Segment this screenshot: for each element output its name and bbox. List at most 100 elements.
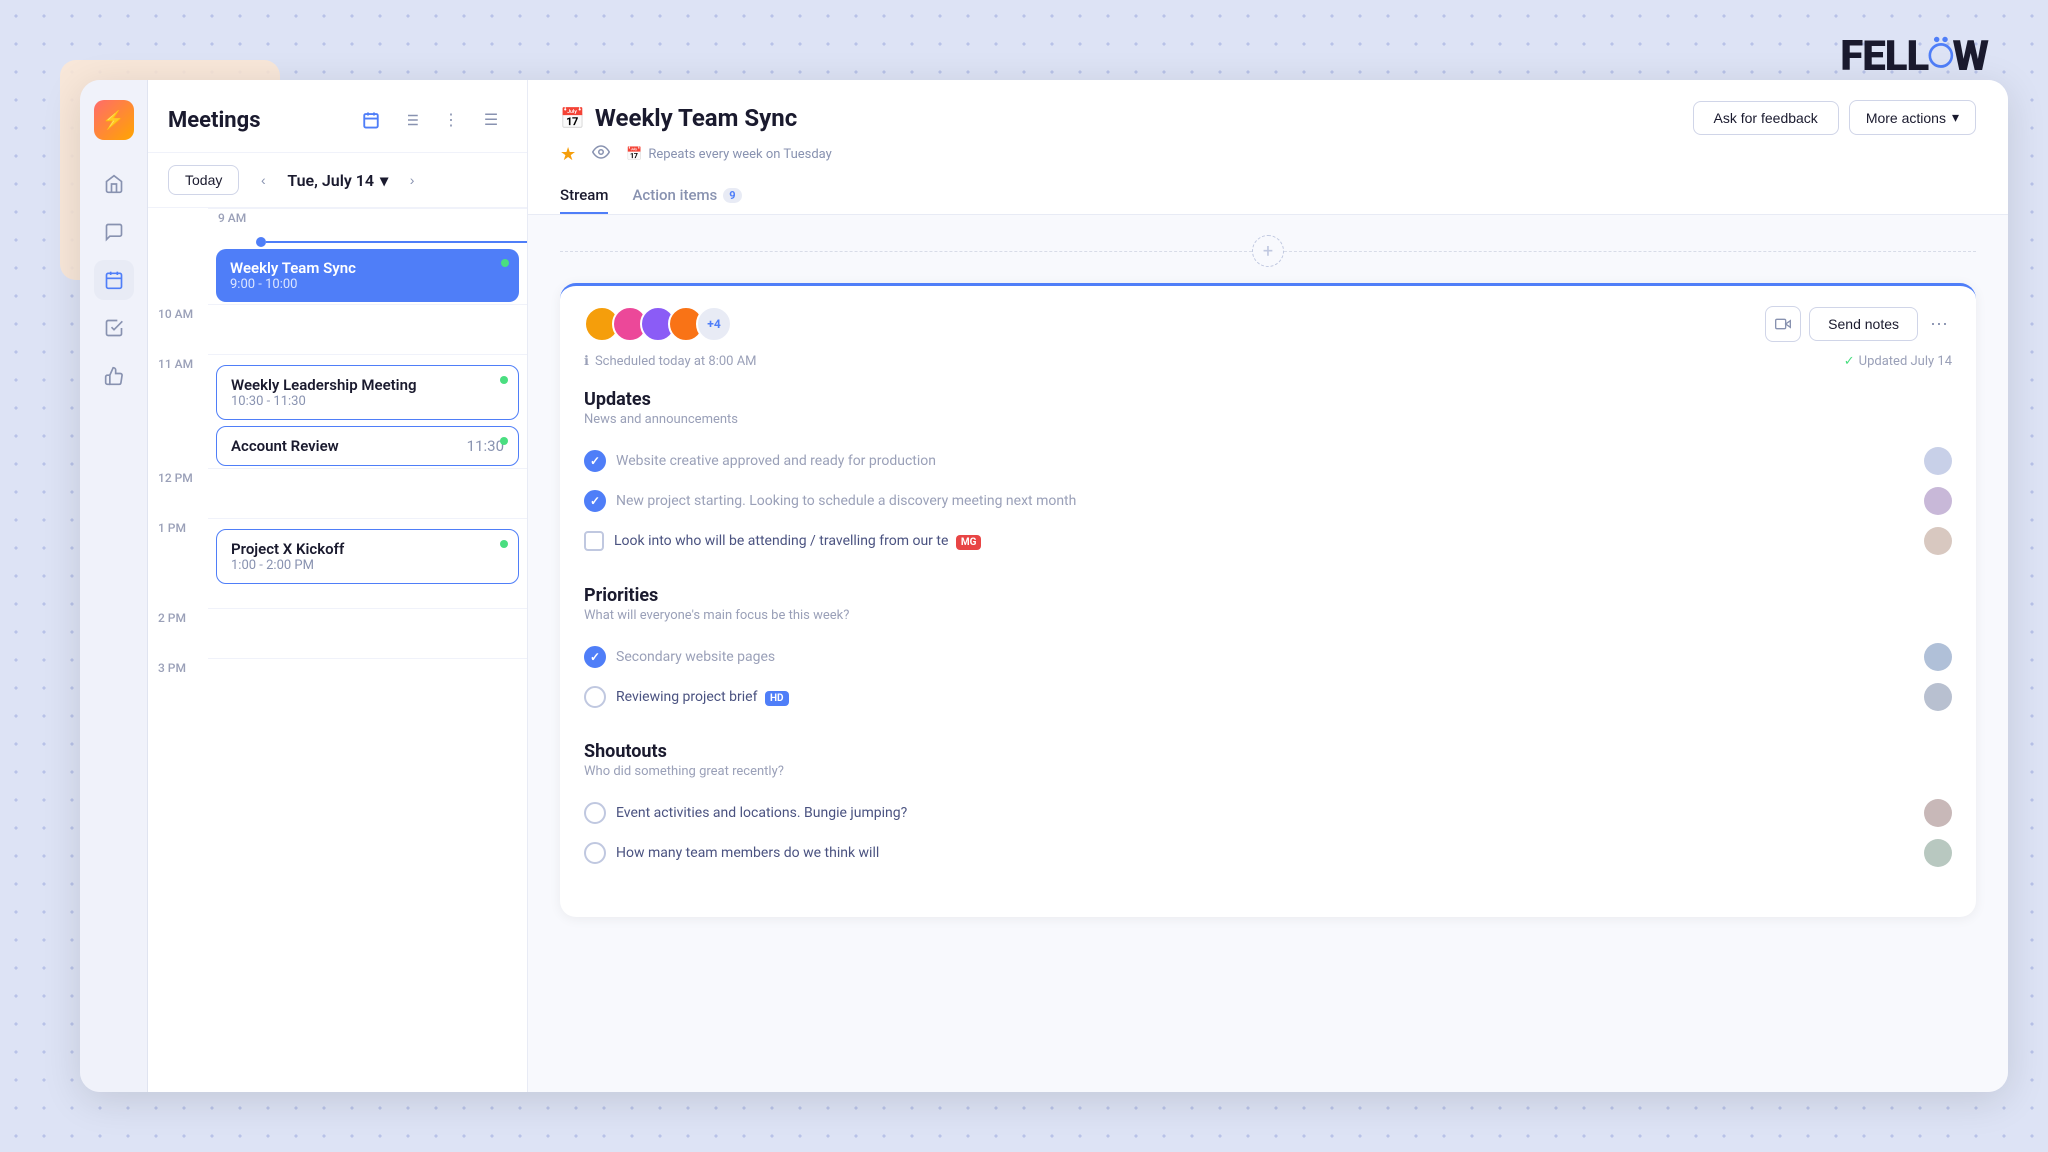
priorities-subtitle: What will everyone's main focus be this … <box>584 608 1952 623</box>
session-actions: Send notes ⋯ <box>1765 306 1952 342</box>
event-dot <box>501 259 509 267</box>
item-left: How many team members do we think will <box>584 842 1912 864</box>
main-content: 📅 Weekly Team Sync Ask for feedback More… <box>528 80 2008 1092</box>
app-container: ⚡ Meetings ⋮ <box>80 80 2008 1092</box>
current-date[interactable]: Tue, July 14 ▾ <box>287 171 388 190</box>
menu-btn[interactable]: ☰ <box>475 104 507 136</box>
more-options-btn[interactable]: ⋮ <box>435 104 467 136</box>
meeting-meta: ★ 📅 Repeats every week on Tuesday <box>560 143 1976 166</box>
eye-icon[interactable] <box>592 143 610 166</box>
mg-badge: MG <box>956 535 982 550</box>
event-time: 1:00 - 2:00 PM <box>231 558 504 573</box>
check-circle-checked[interactable] <box>584 450 606 472</box>
dropdown-arrow-icon: ▾ <box>1952 109 1959 126</box>
event-time: 10:30 - 11:30 <box>231 394 504 409</box>
add-section-btn[interactable]: + <box>1252 235 1284 267</box>
sidebar-item-feedback[interactable] <box>94 356 134 396</box>
video-button[interactable] <box>1765 306 1801 342</box>
dashed-line-left <box>560 251 1252 252</box>
avatar-count: +4 <box>696 306 732 342</box>
time-label-11am: 11 AM <box>158 357 193 371</box>
date-nav: Today ‹ Tue, July 14 ▾ › <box>148 153 527 208</box>
calendar-view-btn[interactable] <box>355 104 387 136</box>
app-icon: ⚡ <box>94 100 134 140</box>
shoutouts-subtitle: Who did something great recently? <box>584 764 1952 779</box>
item-avatar <box>1924 527 1952 555</box>
shoutouts-title: Shoutouts <box>584 741 1952 762</box>
event-area-3pm <box>208 667 527 671</box>
next-date-btn[interactable]: › <box>398 166 426 194</box>
send-notes-button[interactable]: Send notes <box>1809 307 1918 341</box>
event-area-10am <box>208 313 527 317</box>
dashed-line-right <box>1284 251 1976 252</box>
prev-date-btn[interactable]: ‹ <box>249 166 277 194</box>
session-card-header: +4 Send notes ⋯ <box>584 306 1952 342</box>
session-meta: ℹ Scheduled today at 8:00 AM ✓ Updated J… <box>584 354 1952 369</box>
event-dot <box>500 540 508 548</box>
tab-action-items[interactable]: Action items 9 <box>632 178 741 214</box>
today-button[interactable]: Today <box>168 165 239 195</box>
action-items-badge: 9 <box>723 188 741 203</box>
ask-feedback-button[interactable]: Ask for feedback <box>1693 101 1839 135</box>
time-label-10am: 10 AM <box>158 307 193 321</box>
item-left: Look into who will be attending / travel… <box>584 531 1912 551</box>
time-grid: 9 AM Weekly Team Sync 9:00 - 10:00 <box>148 208 527 708</box>
item-avatar <box>1924 643 1952 671</box>
event-weekly-leadership[interactable]: Weekly Leadership Meeting 10:30 - 11:30 <box>216 365 519 420</box>
event-account-review[interactable]: Account Review 11:30 <box>216 426 519 466</box>
date-dropdown-icon: ▾ <box>380 171 388 190</box>
sidebar: ⚡ <box>80 80 148 1092</box>
priorities-title: Priorities <box>584 585 1952 606</box>
event-title: Account Review 11:30 <box>231 437 504 455</box>
item-left: Event activities and locations. Bungie j… <box>584 802 1912 824</box>
check-square[interactable] <box>584 531 604 551</box>
session-more-btn[interactable]: ⋯ <box>1926 310 1952 339</box>
event-area-2pm <box>208 617 527 621</box>
session-card: +4 Send notes ⋯ ℹ Scheduled today at 8:0… <box>560 283 1976 917</box>
shoutouts-item-2: How many team members do we think will <box>584 833 1952 873</box>
updates-item-1: Website creative approved and ready for … <box>584 441 1952 481</box>
item-text: New project starting. Looking to schedul… <box>616 493 1912 509</box>
sidebar-item-tasks[interactable] <box>94 308 134 348</box>
meetings-header-icons: ⋮ ☰ <box>355 104 507 136</box>
check-circle-checked[interactable] <box>584 490 606 512</box>
shoutouts-section: Shoutouts Who did something great recent… <box>584 741 1952 873</box>
star-icon[interactable]: ★ <box>560 144 576 165</box>
priorities-item-1: Secondary website pages <box>584 637 1952 677</box>
time-slot-12pm: 12 PM <box>208 468 527 518</box>
time-slot-9am: 9 AM Weekly Team Sync 9:00 - 10:00 <box>208 208 527 304</box>
time-slot-3pm: 3 PM <box>208 658 527 708</box>
meeting-body: + +4 Send <box>528 215 2008 1092</box>
item-text: Secondary website pages <box>616 649 1912 665</box>
event-weekly-team-sync[interactable]: Weekly Team Sync 9:00 - 10:00 <box>216 249 519 302</box>
check-circle-empty[interactable] <box>584 686 606 708</box>
more-actions-button[interactable]: More actions ▾ <box>1849 100 1976 135</box>
meeting-title-left: 📅 Weekly Team Sync <box>560 104 797 132</box>
sidebar-item-home[interactable] <box>94 164 134 204</box>
event-project-x[interactable]: Project X Kickoff 1:00 - 2:00 PM <box>216 529 519 584</box>
tab-stream[interactable]: Stream <box>560 178 608 214</box>
item-text: How many team members do we think will <box>616 845 1912 861</box>
event-area-11am: Weekly Leadership Meeting 10:30 - 11:30 … <box>208 363 527 468</box>
item-avatar <box>1924 799 1952 827</box>
event-area-1pm: Project X Kickoff 1:00 - 2:00 PM <box>208 527 527 586</box>
time-slot-10am: 10 AM <box>208 304 527 354</box>
time-label-3pm: 3 PM <box>158 661 186 675</box>
item-left: Reviewing project brief HD <box>584 686 1912 708</box>
check-circle-empty[interactable] <box>584 802 606 824</box>
meeting-header: 📅 Weekly Team Sync Ask for feedback More… <box>528 80 2008 215</box>
meetings-title: Meetings <box>168 108 261 133</box>
item-avatar <box>1924 839 1952 867</box>
check-circle-checked[interactable] <box>584 646 606 668</box>
meeting-tabs: Stream Action items 9 <box>560 178 1976 214</box>
updates-item-3: Look into who will be attending / travel… <box>584 521 1952 561</box>
sidebar-item-messages[interactable] <box>94 212 134 252</box>
updates-section: Updates News and announcements Website c… <box>584 389 1952 561</box>
list-view-btn[interactable] <box>395 104 427 136</box>
time-label-2pm: 2 PM <box>158 611 186 625</box>
meeting-header-actions: Ask for feedback More actions ▾ <box>1693 100 1976 135</box>
info-icon: ℹ <box>584 354 589 369</box>
repeat-info: 📅 Repeats every week on Tuesday <box>626 147 832 162</box>
sidebar-item-calendar[interactable] <box>94 260 134 300</box>
check-circle-empty[interactable] <box>584 842 606 864</box>
